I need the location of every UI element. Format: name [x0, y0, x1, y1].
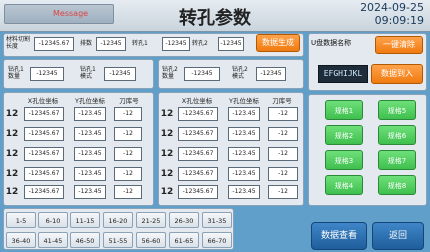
- datetime-display: 2024-09-25 09:09:19: [346, 1, 424, 27]
- hole2-input[interactable]: -12345: [218, 37, 244, 51]
- left-x-cell[interactable]: -12345.67: [24, 147, 64, 161]
- left-count-label: 钻孔1数量: [8, 66, 24, 80]
- left-mode-input[interactable]: -12345: [104, 67, 136, 81]
- left-mode-label: 钻孔1模式: [80, 66, 96, 80]
- left-x-cell[interactable]: -12345.67: [24, 127, 64, 141]
- spec-5-button[interactable]: 规格5: [378, 100, 416, 120]
- left-y-header: Y孔位坐标: [75, 97, 105, 105]
- left-tool-cell[interactable]: -12: [114, 147, 142, 161]
- right-x-cell[interactable]: -12345.67: [178, 127, 218, 141]
- material-cut-length-input[interactable]: -12345.67: [34, 37, 74, 51]
- spec-6-button[interactable]: 规格6: [378, 125, 416, 145]
- left-tool-cell[interactable]: -12: [114, 127, 142, 141]
- left-tool-cell[interactable]: -12: [114, 167, 142, 181]
- right-x-cell[interactable]: -12345.67: [178, 147, 218, 161]
- right-mode-label: 钻孔2模式: [232, 66, 248, 80]
- spec-7-button[interactable]: 规格7: [378, 150, 416, 170]
- message-box: Message: [4, 4, 114, 24]
- left-y-cell[interactable]: -123.45: [74, 127, 106, 141]
- page-button[interactable]: 21-25: [136, 212, 166, 228]
- left-count-input[interactable]: -12345: [30, 67, 64, 81]
- page-button[interactable]: 41-45: [38, 232, 68, 248]
- right-tool-header: 刀库号: [272, 97, 292, 105]
- right-x-header: X孔位坐标: [181, 97, 213, 105]
- right-x-cell[interactable]: -12345.67: [178, 185, 218, 199]
- spec-4-button[interactable]: 规格4: [325, 175, 363, 195]
- material-cut-length-label: 材料切割长度: [6, 36, 31, 50]
- page-button[interactable]: 6-10: [38, 212, 68, 228]
- right-row-number: 12: [160, 149, 174, 159]
- left-row-number: 12: [5, 169, 19, 179]
- usb-name-label: U盘数据名称: [311, 39, 352, 47]
- right-y-cell[interactable]: -123.45: [228, 127, 260, 141]
- right-tool-cell[interactable]: -12: [268, 185, 298, 199]
- right-tool-cell[interactable]: -12: [268, 127, 298, 141]
- right-y-cell[interactable]: -123.45: [228, 147, 260, 161]
- left-x-cell[interactable]: -12345.67: [24, 167, 64, 181]
- right-y-cell[interactable]: -123.45: [228, 107, 260, 121]
- spec-2-button[interactable]: 规格2: [325, 125, 363, 145]
- page-button[interactable]: 16-20: [103, 212, 133, 228]
- row-count-label: 排数: [80, 40, 93, 47]
- right-count-input[interactable]: -12345: [184, 67, 220, 81]
- page-button[interactable]: 1-5: [6, 212, 36, 228]
- left-x-cell[interactable]: -12345.67: [24, 107, 64, 121]
- page-title: 转孔参数: [179, 8, 251, 29]
- right-tool-cell[interactable]: -12: [268, 147, 298, 161]
- spec-1-button[interactable]: 规格1: [325, 100, 363, 120]
- page-button[interactable]: 11-15: [70, 212, 100, 228]
- right-x-cell[interactable]: -12345.67: [178, 107, 218, 121]
- date-text: 2024-09-25: [360, 1, 424, 14]
- left-tool-cell[interactable]: -12: [114, 185, 142, 199]
- left-row-number: 12: [5, 109, 19, 119]
- page-button[interactable]: 46-50: [70, 232, 100, 248]
- hole1-input[interactable]: -12345: [162, 37, 190, 51]
- generate-data-button[interactable]: 数据生成: [256, 34, 300, 52]
- right-tool-cell[interactable]: -12: [268, 167, 298, 181]
- left-row-number: 12: [5, 149, 19, 159]
- right-row-number: 12: [160, 109, 174, 119]
- left-x-cell[interactable]: -12345.67: [24, 185, 64, 199]
- right-row-number: 12: [160, 169, 174, 179]
- right-tool-cell[interactable]: -12: [268, 107, 298, 121]
- import-data-button[interactable]: 数据到入: [371, 64, 423, 84]
- left-x-header: X孔位坐标: [27, 97, 59, 105]
- page-button[interactable]: 66-70: [202, 232, 232, 248]
- message-text: Message: [53, 9, 89, 18]
- spec-8-button[interactable]: 规格8: [378, 175, 416, 195]
- page-button[interactable]: 26-30: [169, 212, 199, 228]
- hole2-label: 转孔2: [192, 40, 208, 47]
- right-mode-input[interactable]: -12345: [256, 67, 286, 81]
- page-button[interactable]: 61-65: [169, 232, 199, 248]
- spec-3-button[interactable]: 规格3: [325, 150, 363, 170]
- left-row-number: 12: [5, 129, 19, 139]
- data-view-button[interactable]: 数据查看: [311, 222, 367, 250]
- left-y-cell[interactable]: -123.45: [74, 147, 106, 161]
- page-button[interactable]: 36-40: [6, 232, 36, 248]
- right-y-header: Y孔位坐标: [229, 97, 259, 105]
- right-y-cell[interactable]: -123.45: [228, 167, 260, 181]
- right-x-cell[interactable]: -12345.67: [178, 167, 218, 181]
- left-tool-cell[interactable]: -12: [114, 107, 142, 121]
- row-count-input[interactable]: -12345: [96, 37, 126, 51]
- right-row-number: 12: [160, 187, 174, 197]
- page-button[interactable]: 51-55: [103, 232, 133, 248]
- left-y-cell[interactable]: -123.45: [74, 107, 106, 121]
- left-y-cell[interactable]: -123.45: [74, 185, 106, 199]
- back-button[interactable]: 返回: [372, 222, 424, 250]
- page-button[interactable]: 31-35: [202, 212, 232, 228]
- left-tool-header: 刀库号: [119, 97, 139, 105]
- right-count-label: 钻孔2数量: [162, 66, 178, 80]
- right-row-number: 12: [160, 129, 174, 139]
- header-bar: Message 转孔参数 2024-09-25 09:09:19: [0, 0, 430, 32]
- hole1-label: 转孔1: [132, 40, 148, 47]
- page-button[interactable]: 56-60: [136, 232, 166, 248]
- time-text: 09:09:19: [374, 14, 424, 27]
- usb-name-display[interactable]: EFGHIJKL: [318, 65, 368, 83]
- right-y-cell[interactable]: -123.45: [228, 185, 260, 199]
- left-y-cell[interactable]: -123.45: [74, 167, 106, 181]
- clear-all-button[interactable]: 一键清除: [375, 36, 423, 54]
- left-row-number: 12: [5, 187, 19, 197]
